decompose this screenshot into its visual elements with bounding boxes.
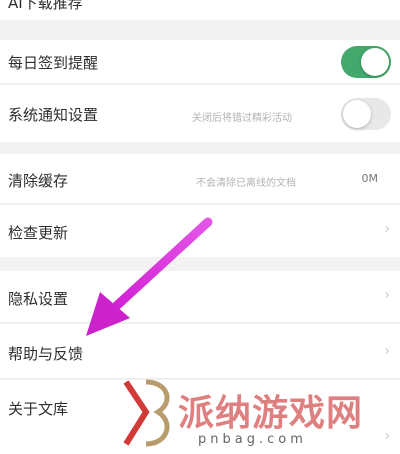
chevron-right-icon: › xyxy=(384,221,390,237)
watermark-url: pnbag.com xyxy=(198,432,307,447)
chevron-right-icon: › xyxy=(384,287,390,303)
top-partial-label: AI下载推荐 xyxy=(8,0,83,12)
watermark-text: 派纳游戏网 xyxy=(178,393,364,434)
privacy-settings-label: 隐私设置 xyxy=(8,290,69,308)
clear-cache-sub: 不会清除已离线的文档 xyxy=(196,178,296,189)
section-divider xyxy=(0,257,400,271)
chevron-right-icon: › xyxy=(384,343,390,359)
toggle-knob xyxy=(343,100,371,128)
section-divider xyxy=(0,142,400,154)
notification-settings-sub: 关闭后将错过精彩活动 xyxy=(192,113,292,124)
daily-checkin-row: 每日签到提醒 xyxy=(0,40,400,84)
daily-checkin-toggle[interactable] xyxy=(341,46,391,78)
top-partial-row[interactable]: AI下载推荐 xyxy=(0,0,400,20)
check-update-row[interactable]: 检查更新 › xyxy=(0,205,400,257)
help-feedback-label: 帮助与反馈 xyxy=(8,345,84,363)
watermark-logo-icon xyxy=(123,379,170,447)
privacy-settings-row[interactable]: 隐私设置 › xyxy=(0,271,400,323)
about-label: 关于文库 xyxy=(8,400,69,418)
notification-settings-label: 系统通知设置 xyxy=(8,106,99,124)
daily-checkin-label: 每日签到提醒 xyxy=(8,54,99,72)
clear-cache-label: 清除缓存 xyxy=(8,172,69,190)
toggle-knob xyxy=(361,48,389,76)
notification-settings-row: 系统通知设置 关闭后将错过精彩活动 xyxy=(0,85,400,142)
clear-cache-row[interactable]: 清除缓存 不会清除已离线的文档 0M xyxy=(0,154,400,204)
cache-size-value: 0M xyxy=(361,172,379,185)
watermark: 派纳游戏网 pnbag.com xyxy=(118,368,400,454)
notification-toggle[interactable] xyxy=(341,98,391,130)
check-update-label: 检查更新 xyxy=(8,224,69,242)
section-divider xyxy=(0,20,400,40)
